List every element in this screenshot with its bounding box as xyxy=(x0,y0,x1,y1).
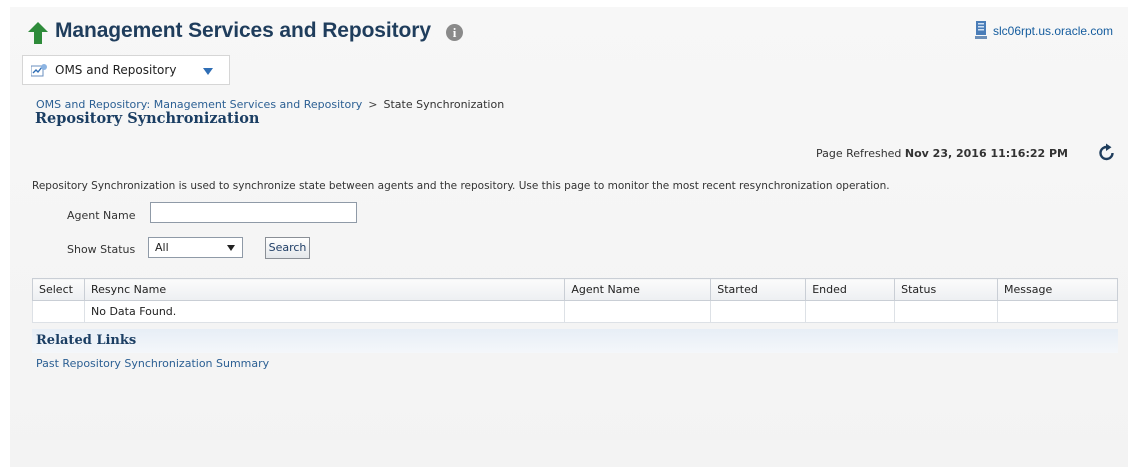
agent-name-label: Agent Name xyxy=(67,209,136,222)
breadcrumb-current: State Synchronization xyxy=(383,98,505,111)
section-title: Repository Synchronization xyxy=(35,110,260,127)
breadcrumb-separator: > xyxy=(368,98,378,111)
page-description: Repository Synchronization is used to sy… xyxy=(32,180,890,192)
column-header-ended[interactable]: Ended xyxy=(805,278,896,301)
target-menu-label: OMS and Repository xyxy=(55,63,177,77)
table-cell xyxy=(710,300,807,323)
table-cell xyxy=(564,300,712,323)
host-icon xyxy=(975,21,987,39)
refresh-icon[interactable] xyxy=(1099,143,1115,161)
show-status-select[interactable]: All xyxy=(148,237,243,258)
column-header-started[interactable]: Started xyxy=(710,278,807,301)
title-bar: Management Services and Repository i slc… xyxy=(10,7,1128,47)
no-data-message: No Data Found. xyxy=(83,300,566,323)
table-header-row: Select Resync Name Agent Name Started En… xyxy=(32,278,1118,301)
target-menu-button[interactable]: OMS and Repository xyxy=(22,55,230,85)
chevron-down-icon xyxy=(203,68,213,75)
table-cell xyxy=(894,300,999,323)
page-refreshed-label: Page Refreshed xyxy=(816,147,902,160)
resync-table: Select Resync Name Agent Name Started En… xyxy=(32,278,1118,323)
oms-repository-icon xyxy=(31,64,47,77)
column-header-select[interactable]: Select xyxy=(32,278,85,301)
show-status-label: Show Status xyxy=(67,243,136,256)
related-links-header: Related Links xyxy=(32,329,1118,353)
table-row: No Data Found. xyxy=(32,300,1118,323)
column-header-status[interactable]: Status xyxy=(894,278,999,301)
page-container: Management Services and Repository i slc… xyxy=(10,7,1128,467)
table-cell xyxy=(32,300,85,323)
table-cell xyxy=(805,300,896,323)
related-links-title: Related Links xyxy=(36,333,137,348)
page-refreshed-info: Page Refreshed Nov 23, 2016 11:16:22 PM xyxy=(816,147,1068,160)
host-link[interactable]: slc06rpt.us.oracle.com xyxy=(993,24,1113,38)
agent-name-input[interactable] xyxy=(150,202,357,223)
past-sync-summary-link[interactable]: Past Repository Synchronization Summary xyxy=(36,357,269,370)
search-button[interactable]: Search xyxy=(265,237,310,259)
info-icon[interactable]: i xyxy=(446,24,463,41)
column-header-resync-name[interactable]: Resync Name xyxy=(83,278,566,301)
dropdown-arrow-icon xyxy=(227,245,235,251)
column-header-message[interactable]: Message xyxy=(997,278,1118,301)
page-refreshed-value: Nov 23, 2016 11:16:22 PM xyxy=(904,147,1069,160)
up-arrow-icon xyxy=(28,22,48,44)
column-header-agent-name[interactable]: Agent Name xyxy=(564,278,712,301)
page-title: Management Services and Repository xyxy=(55,19,431,42)
table-cell xyxy=(997,300,1118,323)
show-status-value: All xyxy=(155,241,169,254)
